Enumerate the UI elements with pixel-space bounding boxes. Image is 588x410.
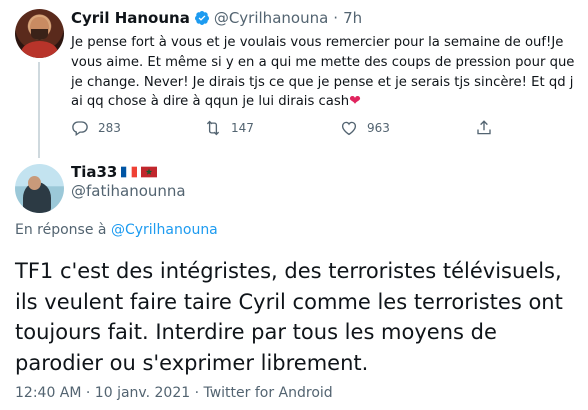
- avatar-beard: [31, 29, 48, 40]
- share-icon: [477, 120, 491, 135]
- reply-to-link[interactable]: @Cyrilhanouna: [111, 222, 218, 238]
- retweet-button[interactable]: 147: [204, 119, 254, 137]
- reply-icon: [72, 121, 88, 137]
- tweet1-header: Cyril Hanouna @Cyrilhanouna · 7h: [71, 9, 362, 27]
- retweet-icon: [206, 120, 220, 136]
- tweet2-author-name[interactable]: Tia33: [71, 163, 117, 181]
- tweet2-handle[interactable]: @fatihanounna: [71, 182, 186, 200]
- morocco-flag-icon: [141, 166, 158, 178]
- cyril-hanouna-avatar[interactable]: [15, 9, 64, 58]
- tweet1-author-name[interactable]: Cyril Hanouna: [71, 9, 190, 27]
- like-count: 963: [367, 121, 390, 135]
- france-flag-icon: [121, 166, 138, 178]
- share-button[interactable]: [475, 119, 493, 137]
- tweet1-handle[interactable]: @Cyrilhanouna: [214, 9, 328, 27]
- tweet2-author-line: Tia33: [71, 163, 158, 181]
- retweet-count: 147: [231, 121, 254, 135]
- thread-connector-line: [38, 62, 40, 158]
- like-icon: [341, 121, 357, 136]
- verified-badge-icon: [194, 11, 209, 25]
- reply-count: 283: [98, 121, 121, 135]
- tweet1-text: Je pense fort à vous et je voulais vous …: [71, 33, 576, 112]
- tweet1-time[interactable]: 7h: [343, 9, 362, 27]
- avatar-shirt: [21, 41, 58, 58]
- heart-emoji: ❤: [349, 93, 361, 110]
- like-button[interactable]: 963: [340, 119, 390, 137]
- reply-button[interactable]: 283: [71, 119, 121, 137]
- reply-context: En réponse à @Cyrilhanouna: [15, 222, 218, 238]
- tweet2-timestamp[interactable]: 12:40 AM · 10 janv. 2021 · Twitter for A…: [15, 385, 333, 401]
- reply-prefix: En réponse à: [15, 222, 107, 238]
- avatar-head: [28, 176, 41, 190]
- tweet1-text-content: Je pense fort à vous et je voulais vous …: [71, 35, 575, 110]
- tweet2-text: TF1 c'est des intégristes, des terrorist…: [15, 259, 563, 375]
- tia33-avatar[interactable]: [15, 164, 64, 213]
- dot-separator: ·: [333, 9, 339, 27]
